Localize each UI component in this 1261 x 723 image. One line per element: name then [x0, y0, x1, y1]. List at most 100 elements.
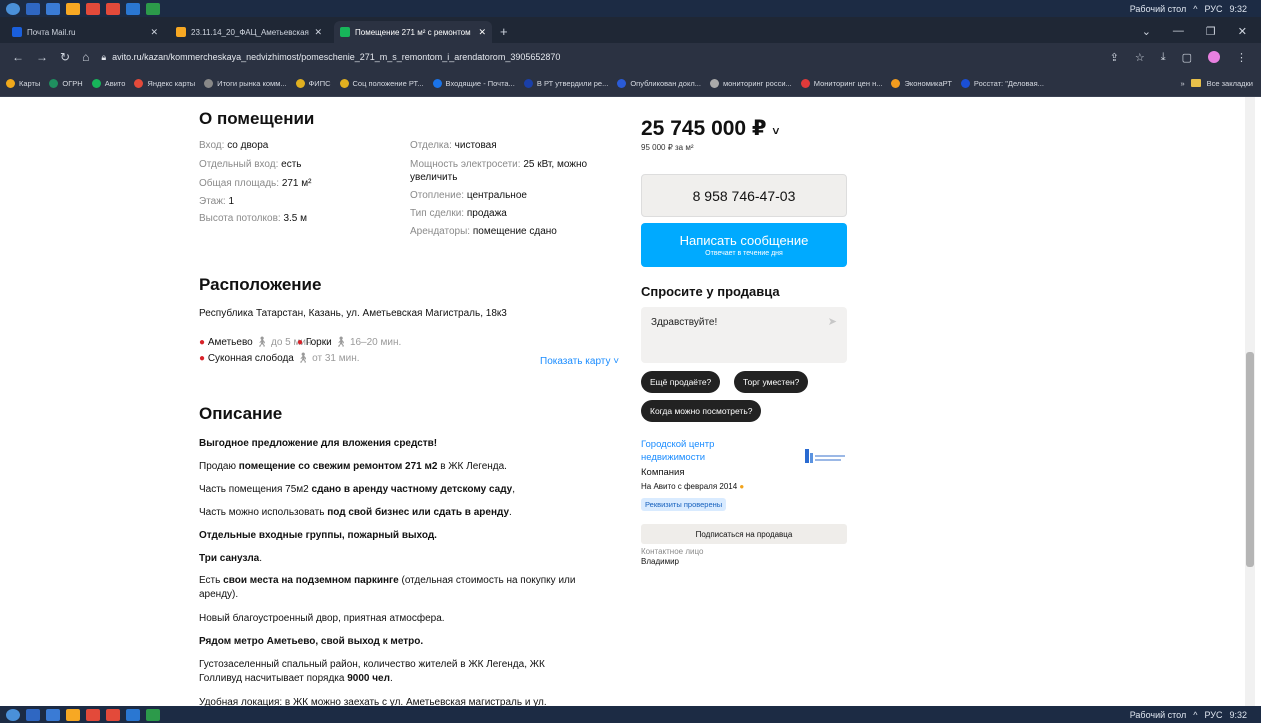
app-icon[interactable] [106, 708, 120, 721]
tab-doc[interactable]: 23.11.14_20_ФАЦ_Аметьевская ✕ [170, 21, 328, 43]
all-bookmarks-button[interactable]: Все закладки [1207, 79, 1253, 88]
bookmark-item[interactable]: Соц положение РТ... [339, 79, 424, 88]
quick-question-chip[interactable]: Торг уместен? [734, 371, 809, 393]
star-icon[interactable]: ☆ [1135, 51, 1145, 64]
seller-name-link[interactable]: Городской центр недвижимости [641, 438, 781, 464]
ask-seller-input[interactable]: Здравствуйте! ➤ [641, 307, 847, 363]
lang-indicator[interactable]: РУС [1204, 4, 1222, 14]
download-icon[interactable]: ⤓ [1161, 51, 1166, 64]
bookmark-icon [6, 79, 15, 88]
address-actions: ⇪ ☆ ⤓ ▢ ⋮ [1110, 50, 1261, 64]
app-icon[interactable] [106, 2, 120, 15]
bookmark-item[interactable]: ЭкономикаРТ [891, 79, 952, 88]
tab-bar: Почта Mail.ru ✕ 23.11.14_20_ФАЦ_Аметьевс… [0, 17, 1261, 43]
lang-indicator[interactable]: РУС [1204, 710, 1222, 720]
bookmark-item[interactable]: Итоги рынка комм... [204, 79, 287, 88]
close-window-icon[interactable]: ✕ [1238, 25, 1247, 38]
url-text[interactable]: avito.ru/kazan/kommercheskaya_nedvizhimo… [112, 52, 560, 62]
write-message-button[interactable]: Написать сообщение Отвечает в течение дн… [641, 223, 847, 267]
profile-avatar[interactable] [1208, 50, 1220, 63]
bookmarks-more-button[interactable]: » [1180, 79, 1184, 88]
bookmark-item[interactable]: ФИПС [295, 79, 331, 88]
close-icon[interactable]: ✕ [150, 27, 158, 38]
desktop-label[interactable]: Рабочий стол [1130, 710, 1187, 720]
desc-paragraph: Удобная локация: в ЖК можно заехать с ул… [199, 697, 547, 706]
bookmark-item[interactable]: мониторинг росси... [709, 79, 792, 88]
seller-logo[interactable] [805, 447, 847, 465]
tray-arrow-icon[interactable]: ^ [1193, 4, 1197, 14]
lock-icon[interactable]: 🔒︎ [101, 52, 106, 63]
bookmark-item[interactable]: Мониторинг цен н... [800, 79, 883, 88]
clock[interactable]: 9:32 [1229, 4, 1247, 14]
word-icon[interactable] [126, 708, 140, 721]
bookmark-item[interactable]: Росстат: "Деловая... [960, 79, 1044, 88]
scrollbar[interactable] [1245, 97, 1255, 706]
close-icon[interactable]: ✕ [478, 27, 486, 38]
about-title: О помещении [199, 109, 315, 128]
restore-icon[interactable]: ❐ [1206, 25, 1216, 38]
location-address: Республика Татарстан, Казань, ул. Аметье… [199, 308, 507, 319]
bookmark-item[interactable]: Опубликован докл... [617, 79, 701, 88]
url-field[interactable]: 🔒︎ avito.ru/kazan/kommercheskaya_nedvizh… [101, 47, 1101, 67]
walk-icon: 🚶︎ [296, 353, 310, 364]
prop-label: Арендаторы: [410, 226, 471, 237]
home-icon[interactable]: ⌂ [82, 50, 89, 64]
excel-icon[interactable] [146, 2, 160, 15]
desc-bold: помещение со свежим ремонтом 271 м2 [238, 461, 438, 472]
bookmark-item[interactable]: Авито [91, 79, 126, 88]
search-icon[interactable] [26, 2, 40, 15]
chrome-icon[interactable] [86, 708, 100, 721]
share-icon[interactable]: ⇪ [1110, 51, 1119, 64]
medal-icon: ● [739, 482, 745, 491]
word-icon[interactable] [126, 2, 140, 15]
start-icon[interactable] [6, 2, 20, 15]
scrollbar-thumb[interactable] [1246, 352, 1254, 567]
bookmark-label: В РТ утвердили ре... [536, 79, 609, 88]
clock[interactable]: 9:32 [1229, 710, 1247, 720]
bookmark-label: Мониторинг цен н... [813, 79, 883, 88]
bookmark-label: ОГРН [62, 79, 83, 88]
desc-bold: 9000 чел [347, 673, 390, 684]
close-icon[interactable]: ✕ [314, 27, 322, 38]
quick-question-chip[interactable]: Когда можно посмотреть? [641, 400, 762, 422]
ask-input-text[interactable]: Здравствуйте! [651, 317, 717, 328]
minimize-icon[interactable]: — [1173, 25, 1184, 38]
task-view-icon[interactable] [46, 2, 60, 15]
send-icon[interactable]: ➤ [828, 315, 837, 328]
forward-icon[interactable]: → [36, 50, 48, 64]
tray-arrow-icon[interactable]: ^ [1193, 710, 1197, 720]
explorer-icon[interactable] [66, 708, 80, 721]
show-map-link[interactable]: Показать карту ˅ [540, 356, 619, 367]
quick-question-chip[interactable]: Ещё продаёте? [641, 371, 721, 393]
bookmark-item[interactable]: ОГРН [49, 79, 83, 88]
verified-badge[interactable]: Реквизиты проверены [641, 498, 727, 511]
chevron-down-icon[interactable]: ⌄ [1142, 25, 1151, 38]
reload-icon[interactable]: ↻ [60, 50, 70, 64]
bookmark-label: Карты [19, 79, 41, 88]
bookmark-item[interactable]: Карты [6, 79, 40, 88]
search-icon[interactable] [26, 708, 40, 721]
price[interactable]: 25 745 000 ₽ ˅ [641, 116, 779, 141]
explorer-icon[interactable] [66, 2, 80, 15]
bookmark-item[interactable]: Яндекс карты [134, 79, 195, 88]
phone-button[interactable]: 8 958 746-47-03 [641, 174, 847, 217]
ask-seller-title: Спросите у продавца [641, 284, 780, 299]
tab-avito[interactable]: Помещение 271 м² с ремонтом ✕ [334, 21, 492, 43]
bookmark-label: Авито [104, 79, 126, 88]
bookmark-label: Росстат: "Деловая... [973, 79, 1044, 88]
subscribe-button[interactable]: Подписаться на продавца [641, 524, 847, 544]
task-view-icon[interactable] [46, 708, 60, 721]
sidebar-icon[interactable]: ▢ [1182, 51, 1192, 64]
back-icon[interactable]: ← [12, 50, 24, 64]
bookmark-item[interactable]: В РТ утвердили ре... [523, 79, 609, 88]
chrome-icon[interactable] [86, 2, 100, 15]
tab-mail[interactable]: Почта Mail.ru ✕ [6, 21, 164, 43]
start-icon[interactable] [6, 708, 20, 721]
new-tab-button[interactable]: + [500, 24, 508, 39]
menu-icon[interactable]: ⋮ [1236, 51, 1247, 64]
desc-paragraph: Отдельные входные группы, пожарный выход… [199, 530, 437, 541]
bookmark-item[interactable]: Входящие - Почта... [432, 79, 515, 88]
excel-icon[interactable] [146, 708, 160, 721]
desktop-label[interactable]: Рабочий стол [1130, 4, 1187, 14]
desc-paragraph: Рядом метро Аметьево, свой выход к метро… [199, 636, 424, 647]
